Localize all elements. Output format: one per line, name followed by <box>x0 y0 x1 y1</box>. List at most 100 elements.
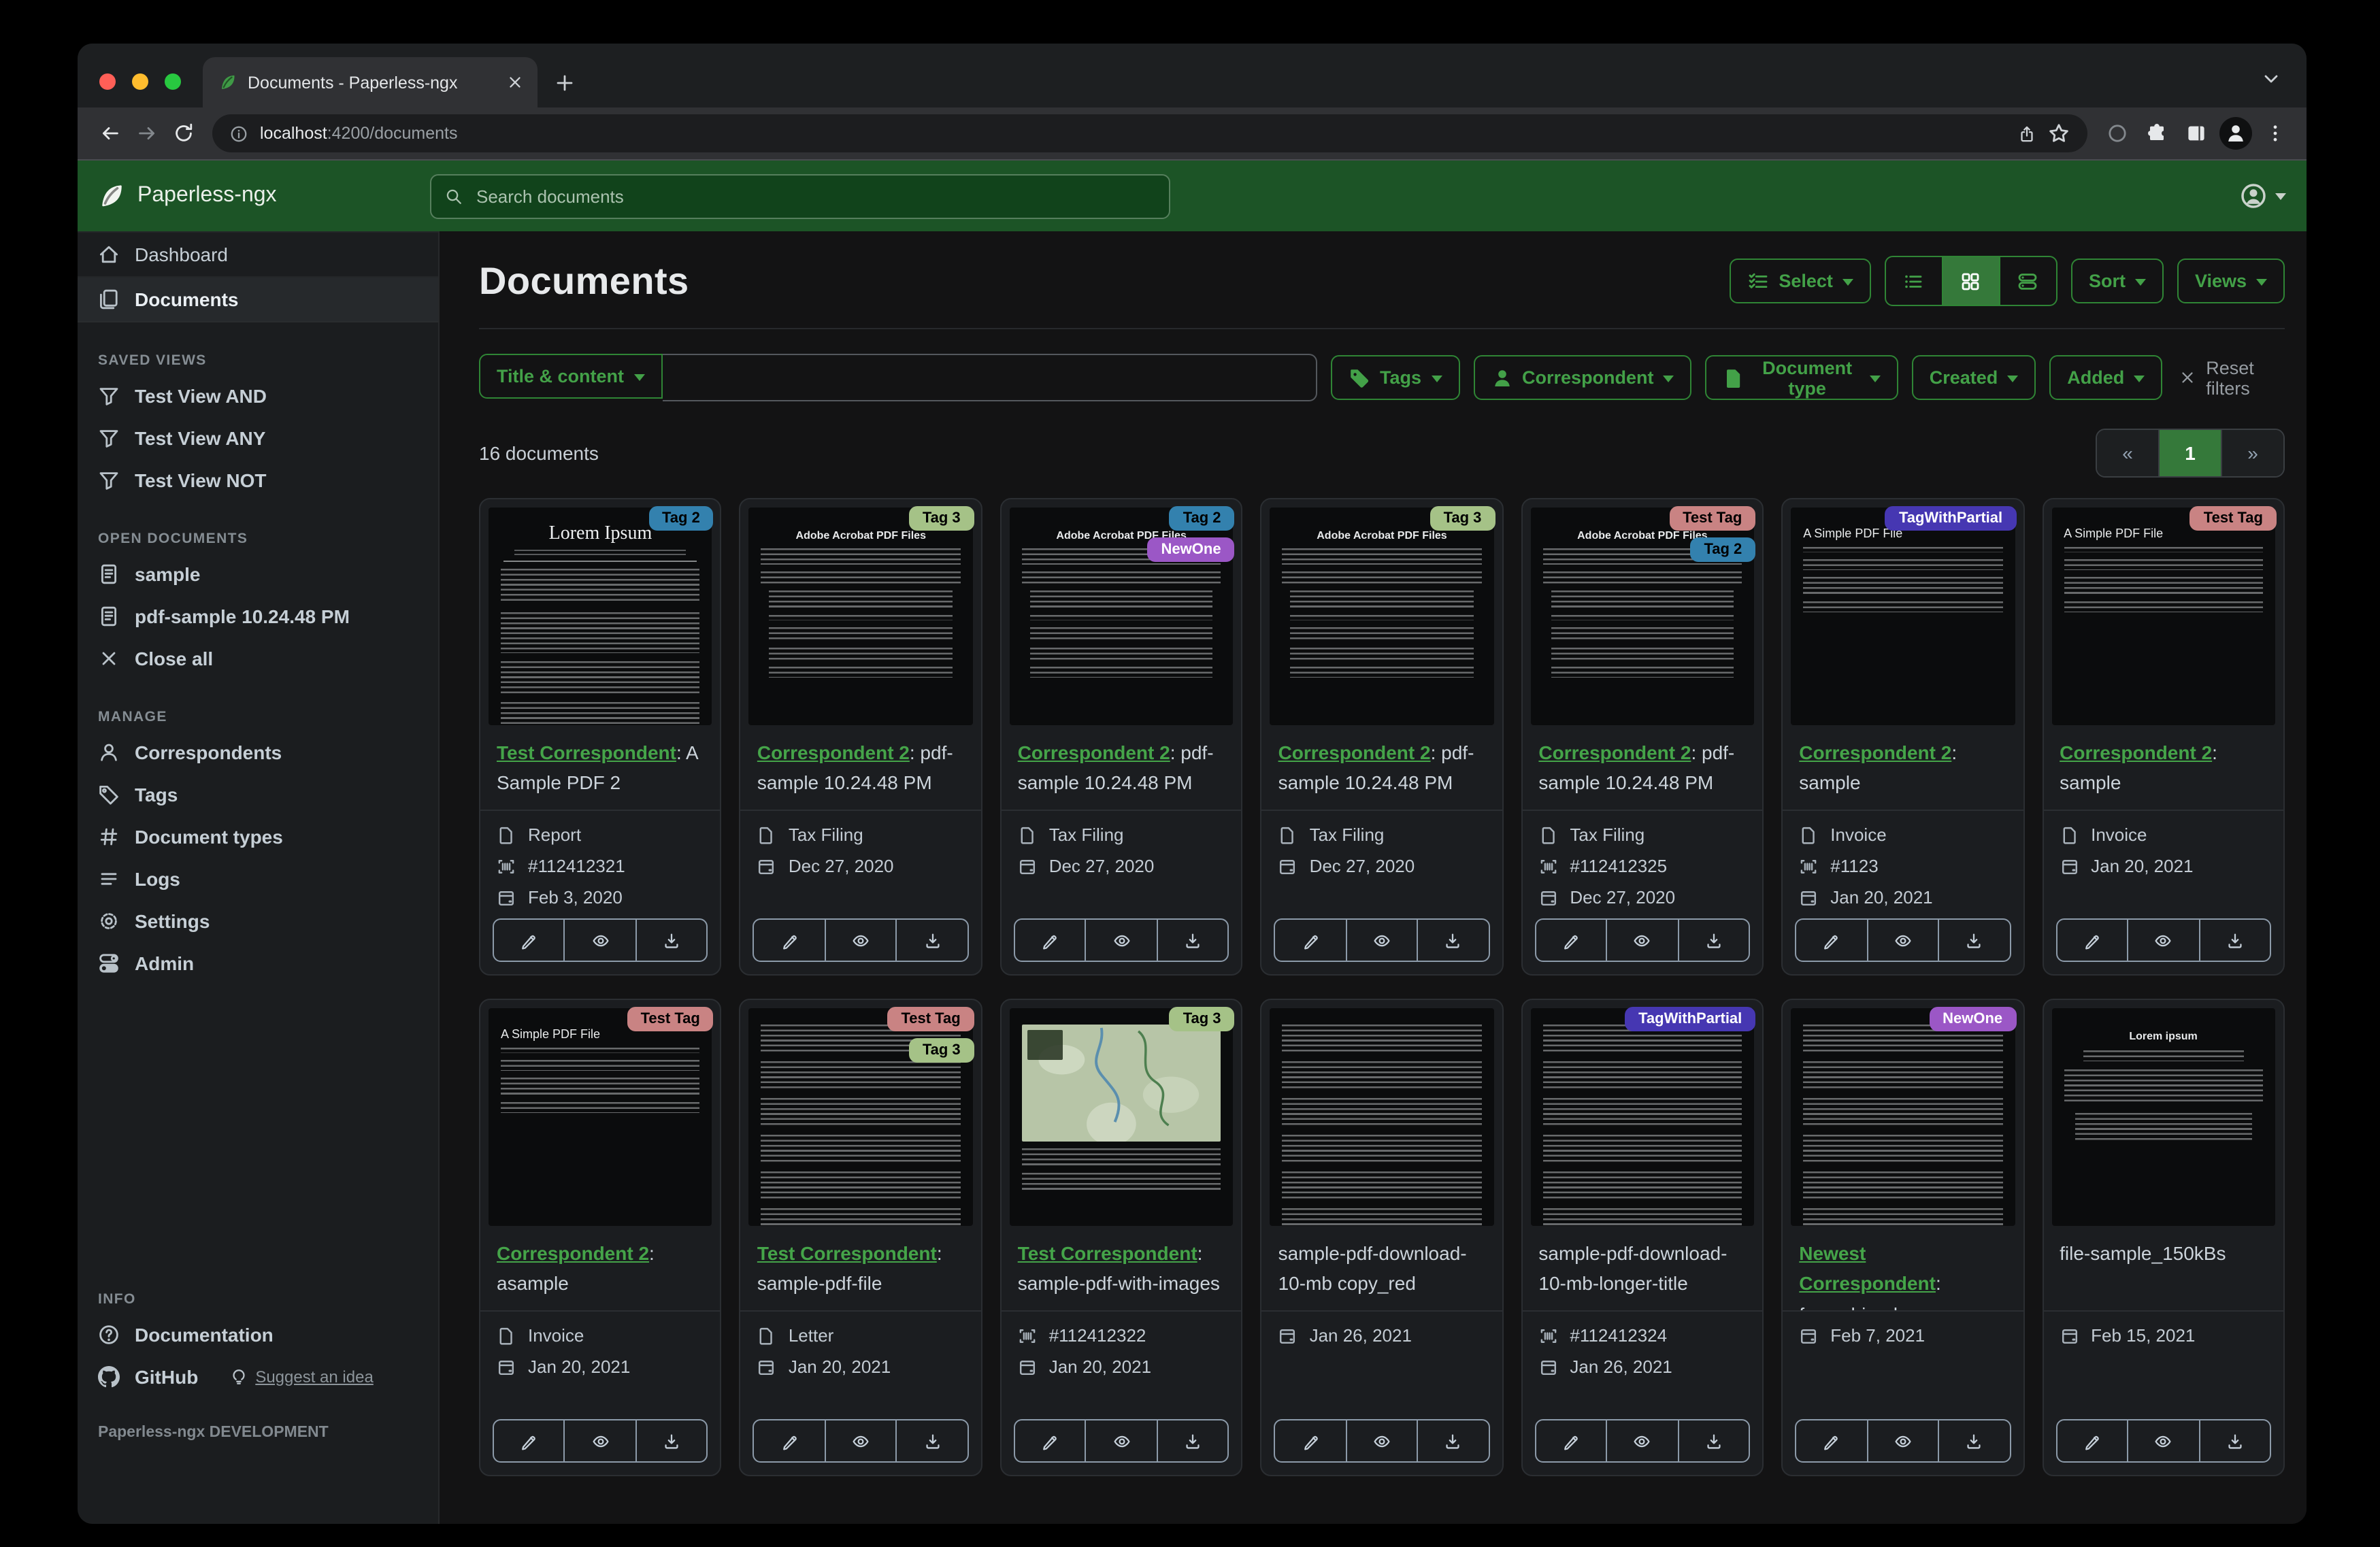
document-thumbnail[interactable] <box>1262 1000 1502 1226</box>
address-bar[interactable]: localhost:4200/documents <box>212 114 2087 152</box>
document-thumbnail[interactable]: Test Tag Tag 3 <box>741 1000 981 1226</box>
download-document-button[interactable] <box>635 918 708 962</box>
document-thumbnail[interactable]: Lorem ipsum <box>2043 1000 2283 1226</box>
download-document-button[interactable] <box>2198 918 2272 962</box>
edit-document-button[interactable] <box>1534 918 1608 962</box>
new-tab-button[interactable] <box>554 72 576 94</box>
filter-added-button[interactable]: Added <box>2049 355 2163 400</box>
edit-document-button[interactable] <box>1795 918 1868 962</box>
document-thumbnail[interactable]: Adobe Acrobat PDF Files Tag 3 <box>1262 499 1502 725</box>
forward-button[interactable] <box>128 115 165 152</box>
document-thumbnail[interactable]: A Simple PDF File Test Tag <box>2043 499 2283 725</box>
extensions-puzzle-icon[interactable] <box>2138 115 2175 152</box>
browser-tab[interactable]: Documents - Paperless-ngx <box>203 57 538 107</box>
tab-close-icon[interactable] <box>506 73 524 91</box>
sidebar-item-document-types[interactable]: Document types <box>78 815 438 857</box>
edit-document-button[interactable] <box>493 918 565 962</box>
share-icon[interactable] <box>2018 124 2036 142</box>
download-document-button[interactable] <box>1938 1419 2011 1463</box>
filter-field-button[interactable]: Title & content <box>479 354 663 399</box>
correspondent-link[interactable]: Correspondent 2 <box>757 742 910 763</box>
filter-created-button[interactable]: Created <box>1911 355 2036 400</box>
preview-document-button[interactable] <box>824 1419 897 1463</box>
document-thumbnail[interactable]: A Simple PDF File Test Tag <box>480 1000 721 1226</box>
tag-badge[interactable]: Tag 2 <box>1169 506 1235 531</box>
view-detail-button[interactable] <box>1998 257 2056 305</box>
filter-tags-button[interactable]: Tags <box>1331 355 1460 400</box>
download-document-button[interactable] <box>2198 1419 2272 1463</box>
preview-document-button[interactable] <box>2127 1419 2200 1463</box>
edit-document-button[interactable] <box>1534 1419 1608 1463</box>
preview-document-button[interactable] <box>1345 918 1419 962</box>
filter-document-type-button[interactable]: Document type <box>1705 355 1898 400</box>
back-button[interactable] <box>91 115 128 152</box>
preview-document-button[interactable] <box>1866 1419 1940 1463</box>
tag-badge[interactable]: Tag 3 <box>908 1038 974 1063</box>
tag-badge[interactable]: Tag 3 <box>1429 506 1495 531</box>
sidebar-item-close-all[interactable]: Close all <box>78 637 438 679</box>
document-thumbnail[interactable]: Adobe Acrobat PDF Files Test Tag Tag 2 <box>1522 499 1762 725</box>
tag-badge[interactable]: Tag 3 <box>908 506 974 531</box>
edit-document-button[interactable] <box>2055 918 2129 962</box>
site-info-icon[interactable] <box>230 124 248 142</box>
tag-badge[interactable]: Test Tag <box>2189 506 2277 531</box>
document-thumbnail[interactable]: Tag 3 <box>1002 1000 1242 1226</box>
tag-badge[interactable]: Test Tag <box>627 1007 714 1031</box>
download-document-button[interactable] <box>895 918 969 962</box>
view-list-button[interactable] <box>1886 257 1942 305</box>
correspondent-link[interactable]: Correspondent 2 <box>1799 742 1951 763</box>
edit-document-button[interactable] <box>1013 918 1087 962</box>
correspondent-link[interactable]: Correspondent 2 <box>1018 742 1170 763</box>
document-thumbnail[interactable]: Adobe Acrobat PDF Files Tag 2 NewOne <box>1002 499 1242 725</box>
preview-document-button[interactable] <box>1345 1419 1419 1463</box>
tag-badge[interactable]: TagWithPartial <box>1885 506 2017 531</box>
tab-search-chevron-icon[interactable] <box>2260 68 2282 90</box>
side-panel-icon[interactable] <box>2177 115 2214 152</box>
download-document-button[interactable] <box>1417 1419 1490 1463</box>
document-thumbnail[interactable]: Lorem Ipsum Tag 2 <box>480 499 721 725</box>
extension-badge-icon[interactable] <box>2098 115 2135 152</box>
edit-document-button[interactable] <box>1274 1419 1347 1463</box>
edit-document-button[interactable] <box>1795 1419 1868 1463</box>
current-page-button[interactable]: 1 <box>2158 430 2221 476</box>
filter-correspondent-button[interactable]: Correspondent <box>1473 355 1692 400</box>
global-search-input[interactable] <box>474 184 1155 207</box>
edit-document-button[interactable] <box>753 918 826 962</box>
global-search[interactable] <box>430 173 1170 218</box>
bookmark-star-icon[interactable] <box>2048 122 2070 144</box>
sort-button[interactable]: Sort <box>2070 259 2164 303</box>
sidebar-item-documents[interactable]: Documents <box>78 276 438 321</box>
sidebar-item-logs[interactable]: Logs <box>78 857 438 899</box>
close-window-button[interactable] <box>99 73 116 90</box>
tag-badge[interactable]: NewOne <box>1147 537 1235 562</box>
document-thumbnail[interactable]: NewOne <box>1783 1000 2023 1226</box>
tag-badge[interactable]: Tag 3 <box>1169 1007 1235 1031</box>
sidebar-item-sample[interactable]: sample <box>78 552 438 595</box>
correspondent-link[interactable]: Test Correspondent <box>757 1242 937 1264</box>
correspondent-link[interactable]: Correspondent 2 <box>1538 742 1691 763</box>
download-document-button[interactable] <box>1677 918 1751 962</box>
document-thumbnail[interactable]: A Simple PDF File TagWithPartial <box>1783 499 2023 725</box>
select-button[interactable]: Select <box>1730 259 1871 303</box>
sidebar-item-test-view-any[interactable]: Test View ANY <box>78 416 438 459</box>
tag-badge[interactable]: Test Tag <box>887 1007 974 1031</box>
tag-badge[interactable]: Tag 2 <box>1690 537 1756 562</box>
sidebar-item-pdf-sample-10-24-48-pm[interactable]: pdf-sample 10.24.48 PM <box>78 595 438 637</box>
correspondent-link[interactable]: Correspondent 2 <box>2060 742 2212 763</box>
tag-badge[interactable]: Test Tag <box>1669 506 1756 531</box>
preview-document-button[interactable] <box>1085 1419 1158 1463</box>
correspondent-link[interactable]: Correspondent 2 <box>1278 742 1431 763</box>
document-thumbnail[interactable]: TagWithPartial <box>1522 1000 1762 1226</box>
reload-button[interactable] <box>165 115 201 152</box>
preview-document-button[interactable] <box>563 918 637 962</box>
correspondent-link[interactable]: Test Correspondent <box>497 742 676 763</box>
next-page-button[interactable]: » <box>2221 430 2283 476</box>
edit-document-button[interactable] <box>493 1419 565 1463</box>
correspondent-link[interactable]: Test Correspondent <box>1018 1242 1197 1264</box>
profile-avatar[interactable] <box>2217 115 2253 152</box>
sidebar-item-correspondents[interactable]: Correspondents <box>78 731 438 773</box>
edit-document-button[interactable] <box>753 1419 826 1463</box>
tag-badge[interactable]: NewOne <box>1929 1007 2017 1031</box>
brand-link[interactable]: Paperless-ngx <box>98 182 430 210</box>
tag-badge[interactable]: TagWithPartial <box>1625 1007 1756 1031</box>
